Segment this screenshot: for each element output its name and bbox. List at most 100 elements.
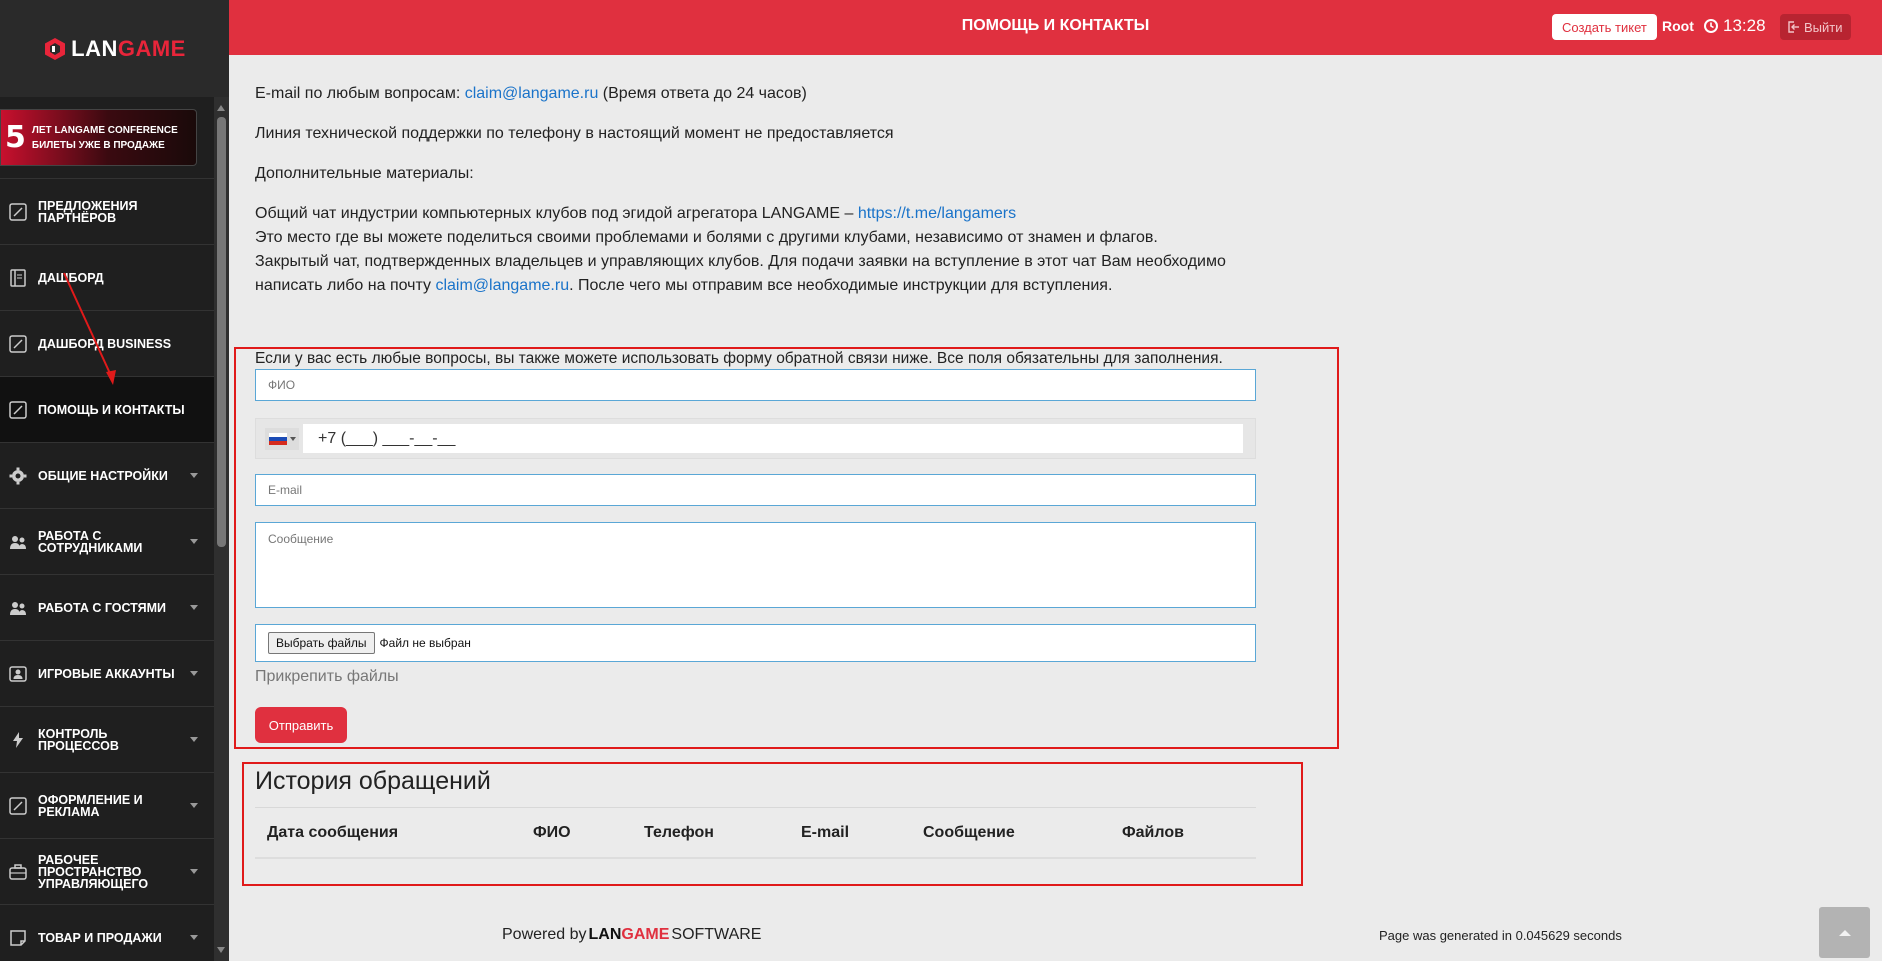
edit-icon [8,796,28,816]
closed-chat-line-1: Закрытый чат, подтвержденных владельцев … [255,253,1226,270]
sidebar-item-label: Оформление и реклама [38,792,143,819]
support-email-link[interactable]: claim@langame.ru [465,85,599,102]
logout-label: Выйти [1804,19,1843,35]
logo-icon [45,37,66,60]
users-icon [8,532,28,552]
russia-flag-icon [268,433,287,445]
sidebar-item-label: Игровые аккаунты [38,666,175,681]
chevron-down-icon [289,437,296,441]
country-select[interactable] [265,428,299,450]
logo[interactable]: LANGAME [0,0,229,97]
file-status: Файл не выбран [379,636,471,650]
column-header-name[interactable]: ФИО [533,824,571,842]
clock: 13:28 [1704,16,1766,36]
chevron-down-icon [190,869,198,874]
account-icon [8,664,28,684]
sidebar-item-dashboard-business[interactable]: Дашборд Business [0,310,214,376]
conference-banner[interactable]: 5 лет LANGAME conference билеты уже в пр… [0,109,197,166]
sidebar-menu: 5 лет LANGAME conference билеты уже в пр… [0,97,214,961]
column-header-message[interactable]: Сообщение [923,824,1015,842]
sidebar-item-design-ads[interactable]: Оформление и реклама [0,772,214,838]
banner-text: лет LANGAME conference билеты уже в прод… [31,124,178,151]
divider [255,807,1256,808]
submit-button[interactable]: Отправить [255,707,347,743]
document-icon [8,268,28,288]
closed-chat-line-2: написать либо на почту claim@langame.ru.… [255,277,1113,294]
user-name[interactable]: Root [1662,18,1694,34]
attach-files-label: Прикрепить файлы [255,668,399,685]
form-intro: Если у вас есть любые вопросы, вы также … [255,350,1223,367]
closed-chat-email-link[interactable]: claim@langame.ru [435,277,569,294]
sidebar-item-label: Работа с гостями [38,600,167,615]
gear-icon [8,466,28,486]
sidebar-item-label: Товар и продажи [38,930,162,945]
message-field[interactable]: Сообщение [255,522,1256,608]
sidebar-item-label: Рабочее пространство управляющего [38,852,149,891]
choose-files-button[interactable]: Выбрать файлы [268,632,375,654]
logout-icon [1788,21,1799,33]
phone-input[interactable]: +7 (___) ___-__-__ [303,424,1243,453]
column-header-date[interactable]: Дата сообщения [267,824,398,842]
telegram-chat-link[interactable]: https://t.me/langamers [858,205,1016,222]
column-header-email[interactable]: E-mail [801,824,849,842]
sidebar-item-staff[interactable]: Работа с сотрудниками [0,508,214,574]
create-ticket-button[interactable]: Создать тикет [1552,14,1657,40]
email-field[interactable]: E-mail [255,474,1256,506]
sidebar-scrollbar[interactable] [214,97,229,961]
sidebar-item-label: Предложения партнёров [38,198,138,225]
arrow-up-icon [1838,929,1851,936]
chevron-down-icon [190,737,198,742]
scrollbar-thumb[interactable] [217,117,226,547]
sidebar-item-help-contacts[interactable]: Помощь и контакты [0,376,214,442]
clock-time: 13:28 [1723,16,1766,35]
banner-number: 5 [5,120,26,155]
sidebar-item-label: Дашборд Business [38,336,172,351]
main-content: E-mail по любым вопросам: claim@langame.… [229,55,1882,961]
logo-text: LANGAME [71,35,186,61]
chevron-down-icon [190,803,198,808]
sidebar: LANGAME 5 лет LANGAME conference билеты … [0,0,229,961]
edit-icon [8,400,28,420]
scroll-up-icon[interactable] [217,105,225,111]
sidebar-item-partners[interactable]: Предложения партнёров [0,178,214,244]
sidebar-item-guests[interactable]: Работа с гостями [0,574,214,640]
chevron-down-icon [190,539,198,544]
scroll-to-top-button[interactable] [1819,907,1870,958]
chevron-down-icon [190,605,198,610]
chevron-down-icon [190,935,198,940]
sidebar-item-label: Помощь и контакты [38,402,185,417]
sidebar-item-goods-sales[interactable]: Товар и продажи [0,904,214,961]
divider [255,857,1256,859]
top-bar: ПОМОЩЬ И КОНТАКТЫ Создать тикет Root 13:… [229,0,1882,55]
footer-powered: Powered by LANGAME SOFTWARE [502,926,762,944]
sidebar-item-process-control[interactable]: Контроль процессов [0,706,214,772]
logout-button[interactable]: Выйти [1780,14,1851,40]
sidebar-item-settings[interactable]: Общие настройки [0,442,214,508]
chat-description: Это место где вы можете поделиться своим… [255,229,1158,246]
name-field[interactable]: ФИО [255,369,1256,401]
sidebar-item-game-accounts[interactable]: Игровые аккаунты [0,640,214,706]
extra-materials-title: Дополнительные материалы: [255,165,474,182]
sidebar-item-label: Общие настройки [38,468,168,483]
column-header-phone[interactable]: Телефон [644,824,714,842]
footer-logo[interactable]: LANGAME [589,926,670,944]
sidebar-item-label: Дашборд [38,270,104,285]
scroll-down-icon[interactable] [217,947,225,953]
sidebar-item-manager-workspace[interactable]: Рабочее пространство управляющего [0,838,214,904]
briefcase-icon [8,862,28,882]
sidebar-item-label: Работа с сотрудниками [38,528,143,555]
sidebar-item-label: Контроль процессов [38,726,119,753]
chevron-down-icon [190,671,198,676]
chevron-down-icon [190,473,198,478]
generation-time: Page was generated in 0.045629 seconds [1379,928,1622,943]
chat-line: Общий чат индустрии компьютерных клубов … [255,205,1017,222]
sidebar-item-dashboard[interactable]: Дашборд [0,244,214,310]
edit-icon [8,334,28,354]
bolt-icon [8,730,28,750]
file-input: Выбрать файлы Файл не выбран [255,624,1256,662]
users-icon [8,598,28,618]
note-icon [8,928,28,948]
clock-icon [1704,19,1718,33]
column-header-files[interactable]: Файлов [1122,824,1184,842]
phone-field: +7 (___) ___-__-__ [255,418,1256,459]
